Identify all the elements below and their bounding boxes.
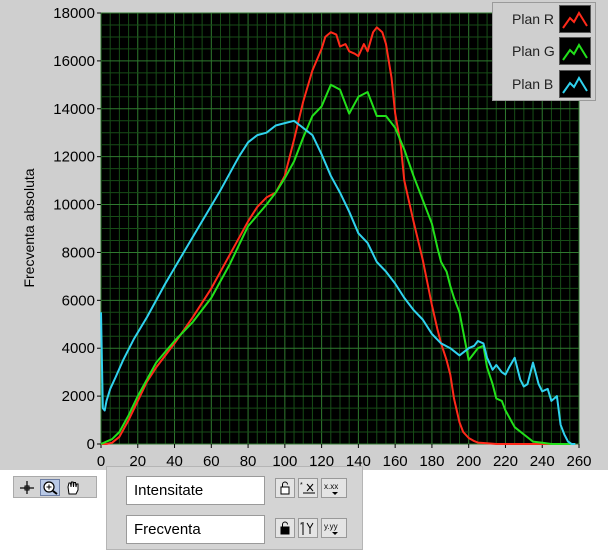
hand-icon[interactable] xyxy=(63,479,83,496)
y-tick-label: 18000 xyxy=(53,5,95,22)
y-tick-label: 14000 xyxy=(53,101,95,118)
svg-text:*: * xyxy=(300,482,303,489)
x-tick-label: 200 xyxy=(456,453,481,470)
legend-swatch-icon[interactable] xyxy=(559,5,591,33)
svg-text:y.yy: y.yy xyxy=(324,522,338,531)
x-autoscale-icon[interactable]: * xyxy=(298,478,318,498)
y-tick-label: 10000 xyxy=(53,197,95,214)
y-scale-lock-icon[interactable] xyxy=(275,518,295,538)
scale-legend: Intensitate * x.xx Frecventa * y.yy xyxy=(106,466,363,550)
plot-legend[interactable]: Plan R Plan G Plan B xyxy=(492,2,596,101)
x-tick-label: 260 xyxy=(566,453,591,470)
x-tick-label: 160 xyxy=(383,453,408,470)
y-tick-label: 16000 xyxy=(53,53,95,70)
crosshair-icon[interactable] xyxy=(17,479,37,496)
legend-label: Plan R xyxy=(512,11,555,27)
y-tick-label: 12000 xyxy=(53,149,95,166)
svg-text:x.xx: x.xx xyxy=(324,482,338,491)
y-tick-label: 4000 xyxy=(62,340,95,357)
legend-label: Plan B xyxy=(512,76,554,92)
y-tick-label: 0 xyxy=(87,436,95,453)
legend-label: Plan G xyxy=(512,43,555,59)
y-scale-name-field[interactable]: Frecventa xyxy=(126,515,265,544)
y-autoscale-icon[interactable]: * xyxy=(298,518,318,538)
x-tick-label: 220 xyxy=(493,453,518,470)
legend-item-plan-g[interactable]: Plan G xyxy=(493,36,597,66)
y-tick-label: 8000 xyxy=(62,244,95,261)
y-tick-label: 6000 xyxy=(62,292,95,309)
legend-swatch-icon[interactable] xyxy=(559,37,591,65)
x-tick-label: 240 xyxy=(530,453,555,470)
legend-swatch-icon[interactable] xyxy=(559,70,591,98)
y-axis-title: Frecventa absoluta xyxy=(21,168,37,287)
x-tick-label: 0 xyxy=(97,453,105,470)
x-scale-lock-icon[interactable] xyxy=(275,478,295,498)
y-tick-label: 2000 xyxy=(62,388,95,405)
x-format-icon[interactable]: x.xx xyxy=(321,478,347,498)
legend-item-plan-r[interactable]: Plan R xyxy=(493,4,597,34)
y-format-icon[interactable]: y.yy xyxy=(321,518,347,538)
graph-palette xyxy=(13,476,97,498)
x-scale-name-field[interactable]: Intensitate xyxy=(126,476,265,505)
legend-item-plan-b[interactable]: Plan B xyxy=(493,69,597,99)
x-tick-label: 180 xyxy=(419,453,444,470)
graph-panel: 0 2000 4000 6000 8000 10000 12000 14000 16000 180… xyxy=(0,0,608,470)
zoom-icon[interactable] xyxy=(40,479,60,496)
